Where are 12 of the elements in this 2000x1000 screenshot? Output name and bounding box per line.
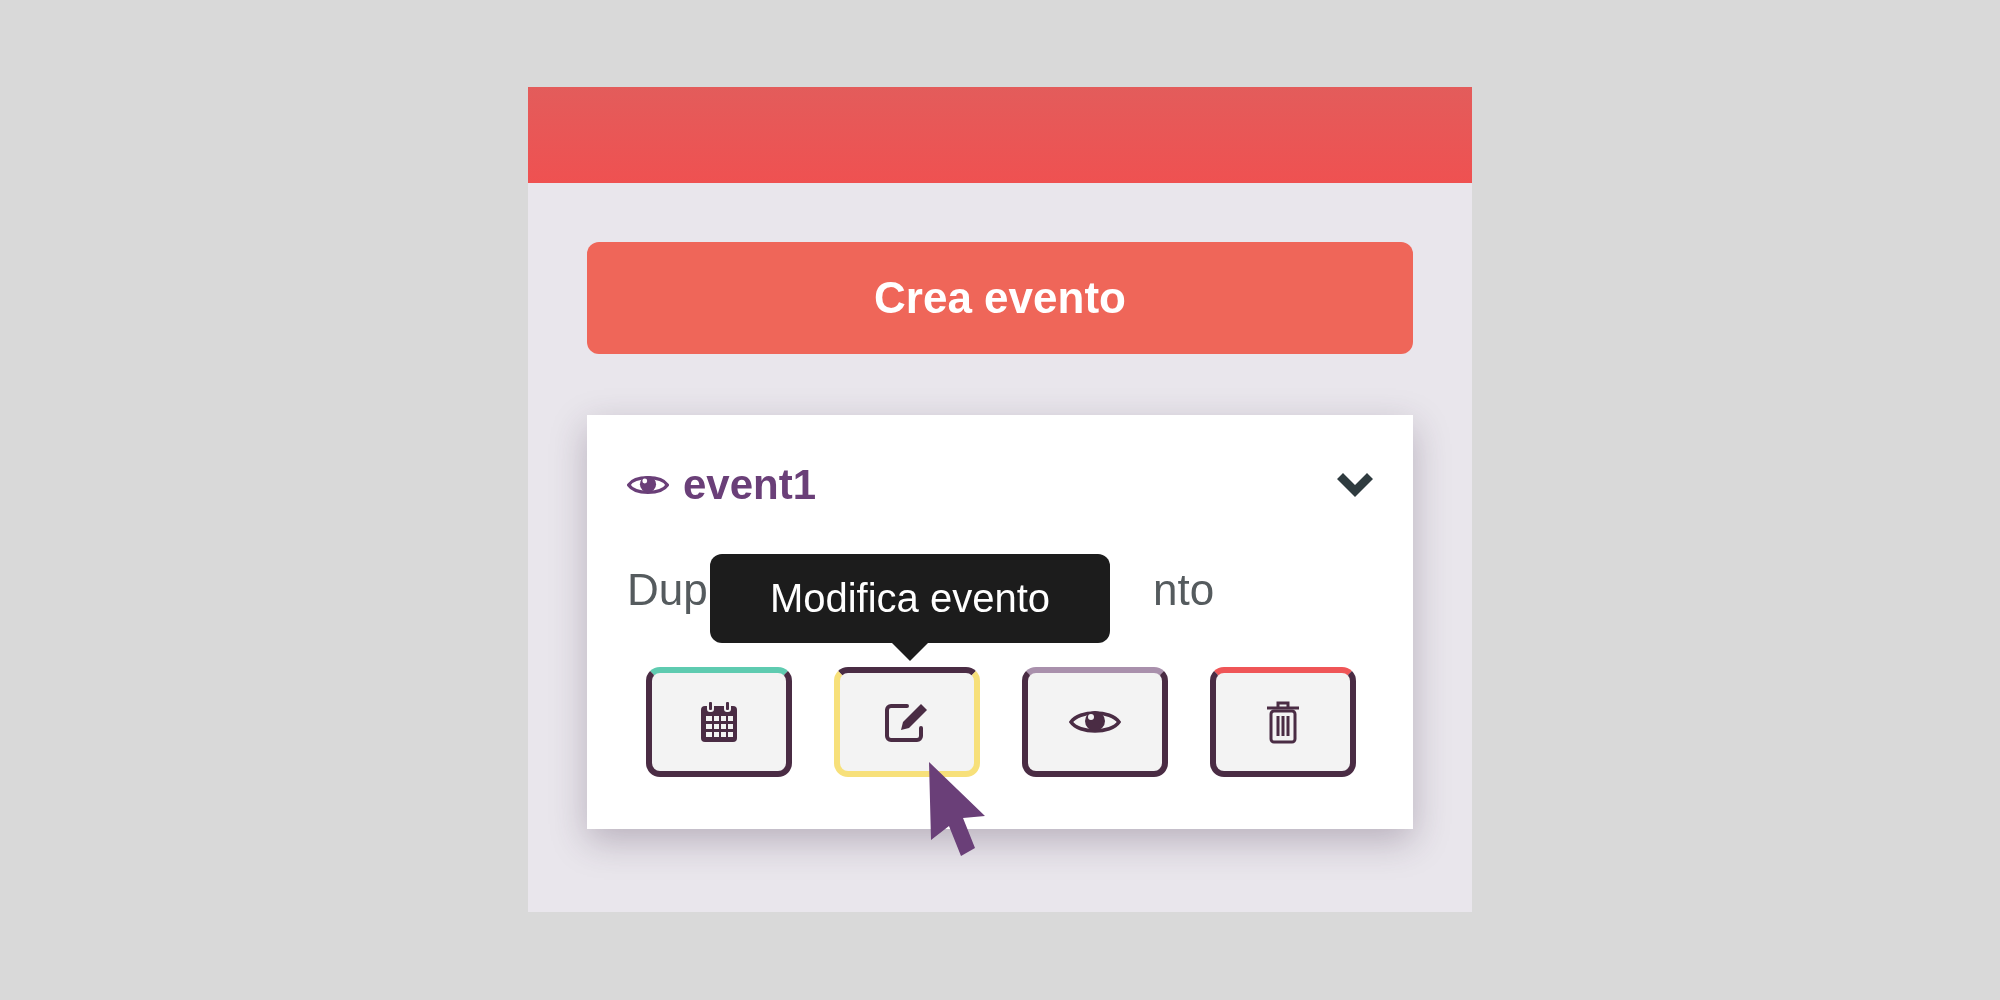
trash-icon: [1266, 700, 1300, 744]
calendar-icon: [699, 700, 739, 744]
action-button[interactable]: [1022, 667, 1168, 777]
chevron-icon[interactable]: [1335, 471, 1375, 499]
tooltip: Modifica evento: [710, 554, 1110, 661]
create-event-button[interactable]: Crea evento: [587, 242, 1413, 354]
description-text: Dup: [627, 565, 707, 615]
action-button[interactable]: [1210, 667, 1356, 777]
description-text: nto: [1153, 565, 1215, 615]
event-title: event1: [683, 461, 817, 509]
action-button[interactable]: [834, 667, 980, 777]
action-button[interactable]: [646, 667, 792, 777]
